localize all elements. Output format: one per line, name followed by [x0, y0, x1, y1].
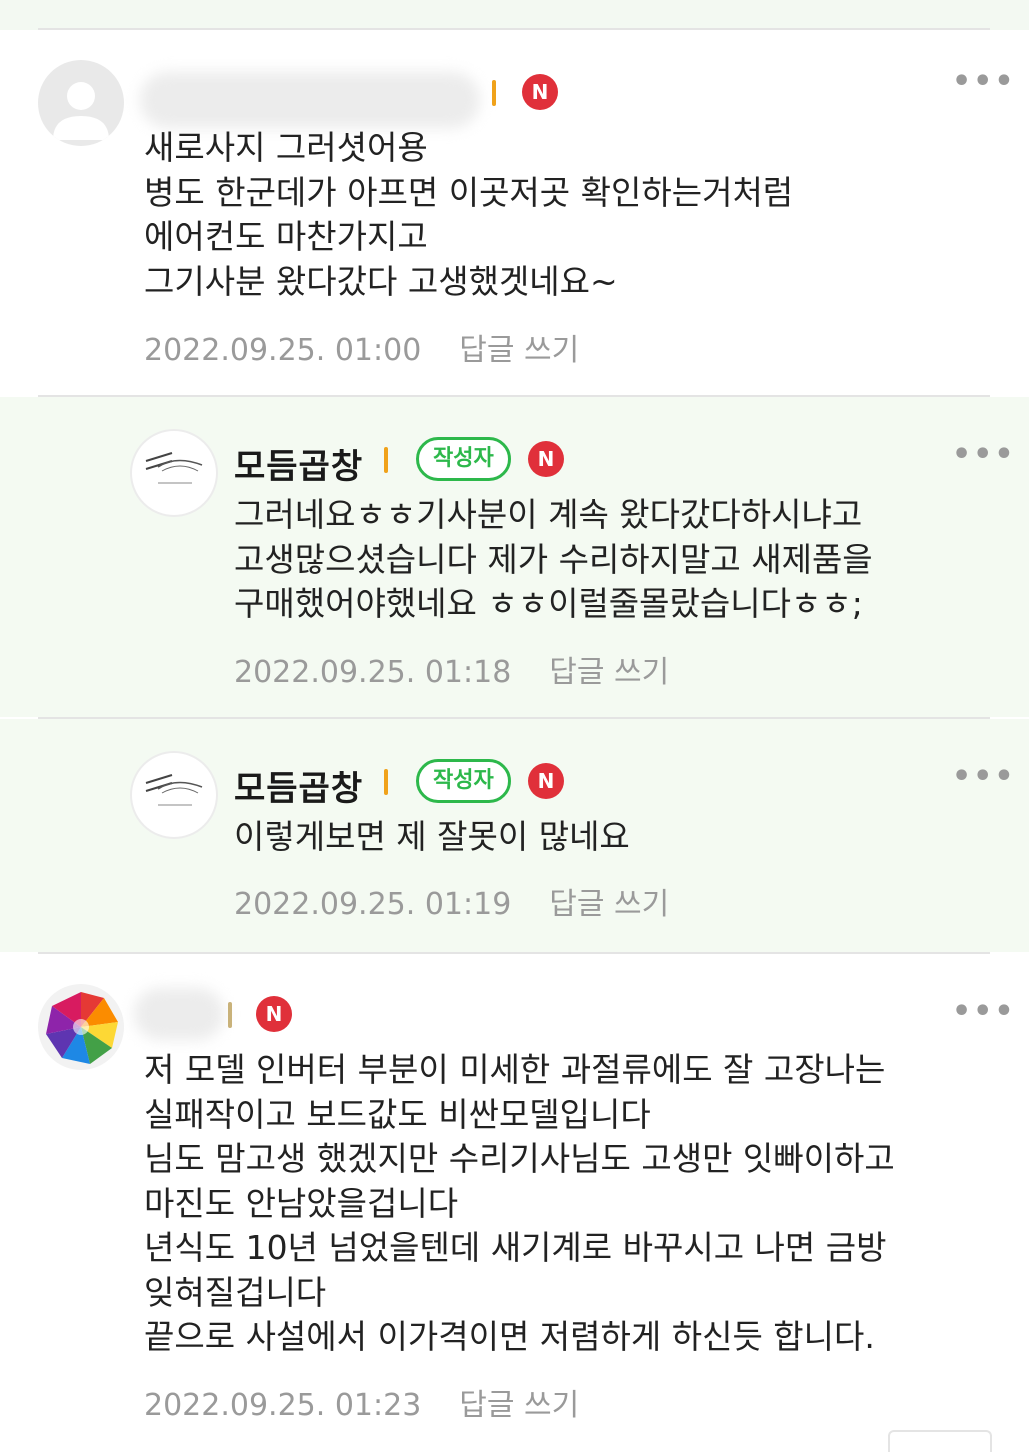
bottom-box-edge: [888, 1430, 992, 1452]
comment-meta: 2022.09.25. 01:19 답글 쓰기: [234, 879, 669, 923]
comment-item: N ••• 새로사지 그러셧어용 병도 한군데가 아프면 이곳저곳 확인하는거처…: [0, 30, 1029, 396]
exclamation-icon: [384, 769, 388, 795]
comment-date: 2022.09.25. 01:18: [234, 655, 512, 690]
reply-button[interactable]: 답글 쓰기: [459, 333, 579, 368]
exclamation-icon: [228, 1002, 232, 1028]
reply-item: 모듬곱창 작성자 N ••• 이렇게보면 제 잘못이 많네요 2022.09.2…: [0, 719, 1029, 952]
map-graphic: [46, 992, 118, 1064]
exclamation-icon: [492, 80, 496, 106]
colorful-map-icon[interactable]: [38, 984, 124, 1070]
author-badge: 작성자: [416, 437, 511, 481]
comment-date: 2022.09.25. 01:19: [234, 887, 512, 922]
shop-logo-icon[interactable]: [130, 751, 218, 839]
default-profile-icon[interactable]: [38, 60, 124, 146]
more-dots-icon[interactable]: •••: [952, 64, 1016, 99]
blurred-nickname: [134, 988, 224, 1040]
reply-item: 모듬곱창 작성자 N ••• 그러네요ㅎㅎ기사분이 계속 왔다갔다하시냐고 고생…: [0, 397, 1029, 717]
person-icon: [53, 82, 109, 140]
shop-logo-icon[interactable]: [130, 429, 218, 517]
comment-text: 그러네요ㅎㅎ기사분이 계속 왔다갔다하시냐고 고생많으셨습니다 제가 수리하지말…: [234, 495, 873, 623]
more-dots-icon[interactable]: •••: [952, 759, 1016, 794]
new-badge: N: [256, 996, 292, 1032]
reply-button[interactable]: 답글 쓰기: [549, 655, 669, 690]
comment-date: 2022.09.25. 01:00: [144, 333, 422, 368]
reply-button[interactable]: 답글 쓰기: [549, 887, 669, 922]
comment-meta: 2022.09.25. 01:18 답글 쓰기: [234, 647, 669, 691]
comment-meta: 2022.09.25. 01:00 답글 쓰기: [144, 325, 579, 369]
nickname[interactable]: 모듬곱창: [234, 761, 363, 810]
comment-text: 저 모델 인버터 부분이 미세한 과절류에도 잘 고장나는 실패작이고 보드값도…: [144, 1050, 895, 1356]
more-dots-icon[interactable]: •••: [952, 994, 1016, 1029]
comment-item: N ••• 저 모델 인버터 부분이 미세한 과절류에도 잘 고장나는 실패작이…: [0, 954, 1029, 1440]
new-badge: N: [528, 441, 564, 477]
new-badge: N: [528, 763, 564, 799]
top-strip: [0, 0, 1029, 30]
blurred-nickname: [140, 72, 480, 128]
reply-button[interactable]: 답글 쓰기: [459, 1388, 579, 1423]
comment-text: 이렇게보면 제 잘못이 많네요: [234, 817, 630, 856]
new-badge: N: [522, 74, 558, 110]
comment-date: 2022.09.25. 01:23: [144, 1388, 422, 1423]
shop-logo-graphic: [145, 452, 203, 484]
more-dots-icon[interactable]: •••: [952, 437, 1016, 472]
nickname[interactable]: 모듬곱창: [234, 439, 363, 488]
author-badge: 작성자: [416, 759, 511, 803]
comment-text: 새로사지 그러셧어용 병도 한군데가 아프면 이곳저곳 확인하는거처럼 에어컨도…: [144, 128, 794, 301]
comment-meta: 2022.09.25. 01:23 답글 쓰기: [144, 1380, 579, 1424]
exclamation-icon: [384, 447, 388, 473]
shop-logo-graphic: [145, 774, 203, 806]
